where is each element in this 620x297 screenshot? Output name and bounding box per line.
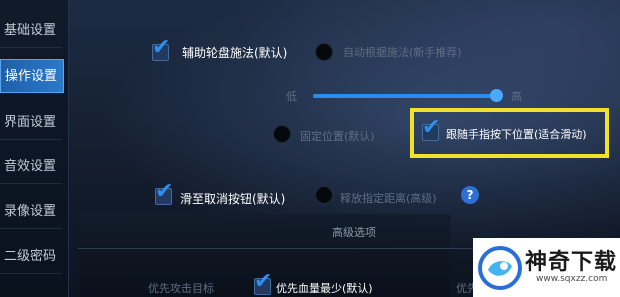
checkmark-icon: ✔ bbox=[254, 269, 273, 294]
sidebar-item-recording[interactable]: 录像设置 bbox=[0, 195, 62, 229]
section-title-advanced: 高级选项 bbox=[332, 226, 376, 239]
divider bbox=[78, 248, 538, 249]
sidebar-item-sound[interactable]: 音效设置 bbox=[0, 150, 62, 184]
fixed-position-label: 固定位置(默认) bbox=[300, 130, 375, 143]
priority-lowest-hp-label: 优先血量最少(默认) bbox=[276, 282, 373, 295]
auto-novice-label: 自动根据施法(新手推荐) bbox=[343, 46, 462, 59]
slider-high-label: 高 bbox=[511, 90, 522, 103]
slide-cancel-label: 滑至取消按钮(默认) bbox=[180, 192, 286, 206]
slide-cancel-checkbox[interactable]: ✔ bbox=[155, 181, 173, 205]
priority-label: 优先攻击目标 bbox=[148, 282, 214, 295]
fixed-position-radio[interactable] bbox=[273, 125, 291, 143]
sidebar-item-controls[interactable]: 操作设置 bbox=[0, 59, 64, 93]
sidebar-item-interface[interactable]: 界面设置 bbox=[0, 106, 62, 140]
watermark-title: 神奇下载 bbox=[525, 250, 618, 275]
watermark-url: www.sqxzz.com bbox=[536, 274, 608, 284]
help-icon[interactable]: ? bbox=[461, 186, 479, 204]
assist-wheel-label: 辅助轮盘施法(默认) bbox=[182, 46, 288, 60]
assist-wheel-checkbox[interactable]: ✔ bbox=[152, 37, 170, 61]
slider-low-label: 低 bbox=[286, 90, 297, 103]
checkmark-icon: ✔ bbox=[155, 179, 174, 204]
auto-novice-radio[interactable] bbox=[315, 43, 333, 61]
watermark-logo-icon bbox=[478, 246, 522, 290]
priority-lowest-hp-checkbox[interactable]: ✔ bbox=[254, 271, 272, 295]
sidebar: 基础设置 操作设置 界面设置 音效设置 录像设置 二级密码 bbox=[0, 0, 69, 297]
release-cancel-label: 释放指定距离(高级) bbox=[340, 192, 437, 205]
release-cancel-radio[interactable] bbox=[315, 186, 333, 204]
sensitivity-slider-track[interactable] bbox=[313, 94, 495, 98]
sensitivity-slider-handle[interactable] bbox=[490, 89, 503, 102]
highlight-box bbox=[410, 108, 609, 158]
sidebar-item-basic[interactable]: 基础设置 bbox=[0, 14, 62, 48]
sidebar-item-password[interactable]: 二级密码 bbox=[0, 240, 62, 274]
checkmark-icon: ✔ bbox=[152, 35, 171, 60]
